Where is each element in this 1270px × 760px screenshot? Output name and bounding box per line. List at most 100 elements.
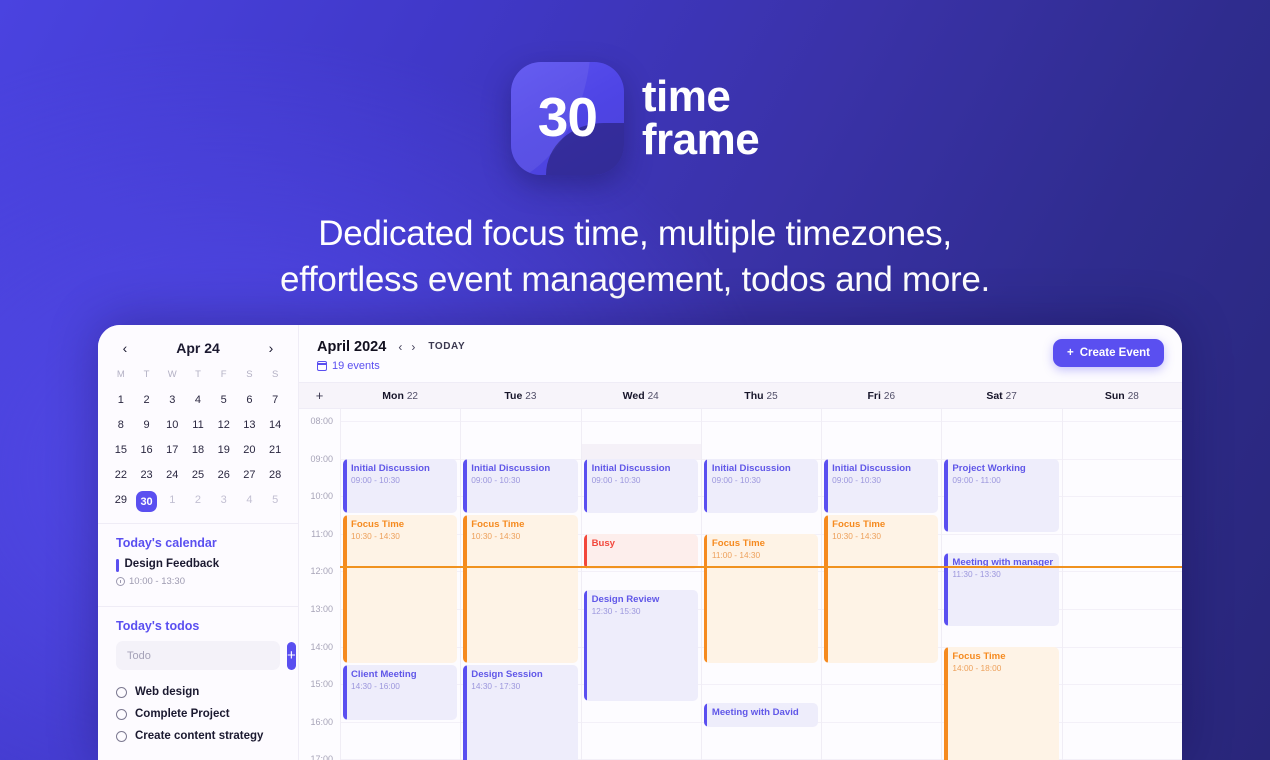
calendar-event[interactable]: Focus Time 11:00 - 14:30 [703, 533, 819, 664]
todo-item[interactable]: Create content strategy [116, 725, 280, 747]
calendar-event[interactable]: Initial Discussion 09:00 - 10:30 [824, 458, 939, 513]
logo-word-line2: frame [641, 114, 760, 164]
day-column-fri[interactable]: Initial Discussion 09:00 - 10:30 Focus Tim… [821, 409, 942, 760]
mini-calendar-dow-3: T [195, 369, 201, 380]
day-header-sat[interactable]: Sat 27 [941, 390, 1061, 402]
mini-calendar-day[interactable]: 20 [237, 439, 263, 461]
day-column-sat[interactable]: Project Working 09:00 - 11:00 Meeting with… [941, 409, 1062, 760]
calendar-event[interactable]: Focus Time 14:00 - 18:00 [944, 646, 1059, 760]
next-week-icon[interactable]: › [410, 341, 416, 353]
todo-checkbox-icon[interactable] [116, 686, 127, 698]
prev-week-icon[interactable]: ‹ [397, 341, 403, 353]
mini-calendar-day[interactable]: 27 [237, 464, 263, 486]
todo-item[interactable]: Web design [116, 681, 280, 703]
mini-calendar-day[interactable]: 6 [237, 389, 263, 411]
add-todo-button[interactable]: + [287, 641, 296, 670]
calendar-event[interactable]: Initial Discussion 09:00 - 10:30 [583, 458, 698, 513]
mini-calendar-day[interactable]: 9 [134, 414, 160, 436]
mini-calendar-day[interactable]: 18 [185, 439, 211, 461]
day-number: 25 [766, 390, 778, 402]
calendar-event[interactable]: Initial Discussion 09:00 - 10:30 [703, 458, 819, 513]
day-header-wed[interactable]: Wed 24 [581, 390, 701, 402]
mini-calendar-day[interactable]: 5 [211, 389, 237, 411]
add-day-cell[interactable]: + [299, 389, 340, 402]
mini-calendar-day[interactable]: 29 [108, 489, 134, 514]
create-event-button[interactable]: + Create Event [1052, 339, 1164, 367]
mini-calendar-day[interactable]: 26 [211, 464, 237, 486]
today-button[interactable]: TODAY [427, 342, 466, 352]
mini-calendar-day[interactable]: 16 [134, 439, 160, 461]
time-label: 17:00 [310, 754, 333, 760]
mini-calendar-day[interactable]: 22 [108, 464, 134, 486]
day-column-thu[interactable]: Initial Discussion 09:00 - 10:30 Focus Tim… [700, 409, 822, 760]
calendar-event[interactable]: Meeting with manager 11:30 - 13:30 [944, 552, 1059, 626]
calendar-event[interactable]: Initial Discussion 09:00 - 10:30 [343, 458, 458, 513]
mini-calendar-day[interactable]: 1 [159, 489, 185, 514]
day-header-sun[interactable]: Sun 28 [1062, 390, 1182, 402]
mini-calendar-day[interactable]: 10 [159, 414, 185, 436]
mini-calendar-prev-icon[interactable]: ‹ [116, 339, 134, 357]
calendar-event[interactable]: Busy [583, 533, 698, 570]
mini-calendar-day-selected[interactable]: 30 [134, 489, 160, 514]
event-color-bar [944, 552, 948, 626]
mini-calendar-day[interactable]: 2 [134, 389, 160, 411]
calendar-event[interactable]: Focus Time 10:30 - 14:30 [824, 515, 939, 664]
calendar-event[interactable]: Design Review 12:30 - 15:30 [583, 590, 698, 701]
mini-calendar-day[interactable]: 4 [185, 389, 211, 411]
day-header-mon[interactable]: Mon 22 [340, 390, 460, 402]
day-number: 24 [647, 390, 659, 402]
day-column-sun[interactable] [1061, 409, 1182, 760]
mini-calendar-day[interactable]: 1 [108, 389, 134, 411]
mini-calendar-day[interactable]: 5 [262, 489, 288, 514]
app-window: ‹ Apr 24 › M T W T F S S 1 2 3 4 5 6 7 8 9 10 11 12 13 14 15 1… [98, 325, 1182, 760]
headline-line-2: effortless event management, todos and m… [280, 259, 990, 299]
mini-calendar-day[interactable]: 3 [159, 389, 185, 411]
todo-item[interactable]: Complete Project [116, 703, 280, 725]
mini-calendar-day-label: 28 [269, 469, 282, 481]
mini-calendar-day[interactable]: 19 [211, 439, 237, 461]
mini-calendar-day[interactable]: 14 [262, 414, 288, 436]
mini-calendar-dow-2: W [167, 369, 177, 380]
mini-calendar-day[interactable]: 4 [237, 489, 263, 514]
todo-input-row: + [116, 641, 296, 670]
day-header-thu[interactable]: Thu 25 [701, 390, 821, 402]
mini-calendar-day[interactable]: 11 [185, 414, 211, 436]
day-header-tue[interactable]: Tue 23 [460, 390, 580, 402]
mini-calendar-day[interactable]: 12 [211, 414, 237, 436]
todo-checkbox-icon[interactable] [116, 730, 127, 742]
todays-calendar-event[interactable]: Design Feedback [116, 558, 280, 572]
calendar-event[interactable]: Focus Time 10:30 - 14:30 [343, 515, 458, 664]
mini-calendar-day[interactable]: 7 [262, 389, 288, 411]
mini-calendar-day[interactable]: 21 [262, 439, 288, 461]
mini-calendar-day[interactable]: 8 [108, 414, 134, 436]
mini-calendar-day[interactable]: 2 [185, 489, 211, 514]
day-name: Wed [622, 389, 645, 402]
mini-calendar-day[interactable]: 17 [159, 439, 185, 461]
calendar-event[interactable]: Initial Discussion 09:00 - 10:30 [463, 458, 578, 513]
day-column-tue[interactable]: Initial Discussion 09:00 - 10:30 Focus Tim… [460, 409, 581, 760]
todo-input[interactable] [116, 641, 280, 670]
mini-calendar-day[interactable]: 28 [262, 464, 288, 486]
calendar-event[interactable]: Focus Time 10:30 - 14:30 [463, 515, 578, 664]
mini-calendar-day[interactable]: 13 [237, 414, 263, 436]
mini-calendar-grid[interactable]: M T W T F S S 1 2 3 4 5 6 7 8 9 10 11 12 13 14 15 16 17 18 19 20 21… [98, 365, 298, 514]
mini-calendar-day[interactable]: 23 [134, 464, 160, 486]
day-columns[interactable]: Initial Discussion 09:00 - 10:30 Focus Tim… [340, 409, 1182, 760]
mini-calendar-day[interactable]: 25 [185, 464, 211, 486]
calendar-event[interactable]: Meeting with David [703, 703, 819, 728]
mini-calendar-next-icon[interactable]: › [262, 339, 280, 357]
mini-calendar-day[interactable]: 24 [159, 464, 185, 486]
calendar-event[interactable]: Design Session 14:30 - 17:30 [463, 665, 578, 760]
mini-calendar-day[interactable]: 3 [211, 489, 237, 514]
event-title: Project Working [952, 462, 1026, 474]
mini-calendar-day-label: 6 [246, 394, 253, 406]
mini-calendar-day[interactable]: 15 [108, 439, 134, 461]
day-header-fri[interactable]: Fri 26 [821, 390, 941, 402]
calendar-event[interactable]: Client Meeting 14:30 - 16:00 [343, 665, 458, 720]
day-column-mon[interactable]: Initial Discussion 09:00 - 10:30 Focus Tim… [340, 409, 461, 760]
todo-checkbox-icon[interactable] [116, 708, 127, 720]
event-title: Initial Discussion [832, 462, 912, 474]
day-column-wed[interactable]: Initial Discussion 09:00 - 10:30 Busy Desig… [580, 409, 701, 760]
calendar-event[interactable]: Project Working 09:00 - 11:00 [944, 458, 1059, 532]
logo-word-line1: time [641, 71, 731, 121]
